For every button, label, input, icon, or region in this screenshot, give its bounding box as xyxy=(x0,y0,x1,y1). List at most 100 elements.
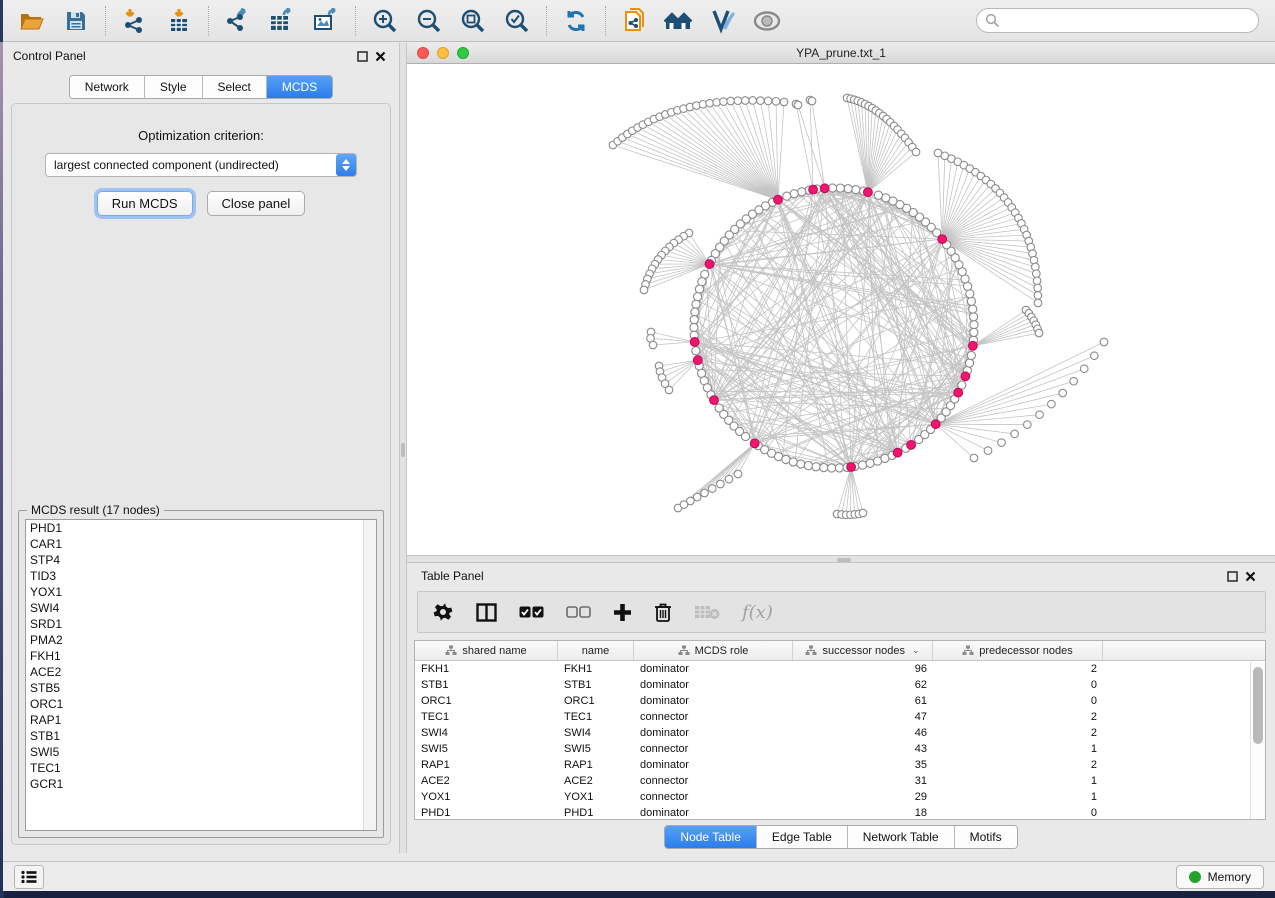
add-column-icon[interactable] xyxy=(613,597,632,627)
zoom-fit-icon[interactable] xyxy=(458,6,488,36)
clone-network-icon[interactable] xyxy=(620,6,650,36)
function-builder-icon[interactable]: f(x) xyxy=(742,597,773,627)
open-session-icon[interactable] xyxy=(17,6,47,36)
import-table-icon[interactable] xyxy=(164,6,194,36)
export-table-icon[interactable] xyxy=(267,6,297,36)
table-vertical-scrollbar[interactable] xyxy=(1250,662,1265,819)
table-row[interactable]: TEC1TEC1connector472 xyxy=(415,709,1265,725)
tab-style[interactable]: Style xyxy=(144,76,202,98)
table-row[interactable]: ACE2ACE2connector311 xyxy=(415,773,1265,789)
cell: TEC1 xyxy=(415,709,558,725)
zoom-out-icon[interactable] xyxy=(414,6,444,36)
table-row[interactable]: STB1STB1dominator620 xyxy=(415,677,1265,693)
cell: 29 xyxy=(793,789,933,805)
column-header-predecessor-nodes[interactable]: predecessor nodes xyxy=(933,641,1103,660)
tab-mcds[interactable]: MCDS xyxy=(266,76,332,98)
close-panel-button[interactable]: Close panel xyxy=(207,191,306,216)
float-panel-icon[interactable] xyxy=(1223,568,1241,584)
network-graph xyxy=(407,64,1275,555)
tab-edge-table[interactable]: Edge Table xyxy=(756,826,847,848)
export-network-icon[interactable] xyxy=(223,6,253,36)
refresh-network-icon[interactable] xyxy=(561,6,591,36)
zoom-selected-icon[interactable] xyxy=(502,6,532,36)
table-row[interactable]: SWI4SWI4dominator462 xyxy=(415,725,1265,741)
criterion-dropdown[interactable]: largest connected component (undirected) xyxy=(45,153,357,177)
column-header-MCDS-role[interactable]: MCDS role xyxy=(634,641,793,660)
column-header-successor-nodes[interactable]: successor nodes⌄ xyxy=(793,641,933,660)
search-field[interactable] xyxy=(976,8,1259,33)
cell: SWI4 xyxy=(558,725,634,741)
tab-network-table[interactable]: Network Table xyxy=(847,826,954,848)
mcds-result-item[interactable]: SRD1 xyxy=(26,616,376,632)
network-titlebar[interactable]: YPA_prune.txt_1 xyxy=(407,43,1275,64)
mcds-result-item[interactable]: CAR1 xyxy=(26,536,376,552)
memory-button[interactable]: Memory xyxy=(1176,865,1264,889)
split-panel-icon[interactable] xyxy=(476,597,497,627)
table-row[interactable]: RAP1RAP1dominator352 xyxy=(415,757,1265,773)
scrollbar-thumb[interactable] xyxy=(1253,667,1263,744)
mcds-result-item[interactable]: TID3 xyxy=(26,568,376,584)
mcds-list-scrollbar[interactable] xyxy=(363,520,376,830)
search-input[interactable] xyxy=(1000,14,1258,28)
mcds-result-item[interactable]: YOX1 xyxy=(26,584,376,600)
mcds-result-item[interactable]: STP4 xyxy=(26,552,376,568)
first-neighbors-icon[interactable] xyxy=(664,6,694,36)
table-header-row: shared namenameMCDS rolesuccessor nodes⌄… xyxy=(415,641,1265,661)
run-mcds-button[interactable]: Run MCDS xyxy=(97,191,193,216)
network-canvas[interactable] xyxy=(407,64,1275,555)
control-panel-title: Control Panel xyxy=(13,49,86,63)
dropdown-stepper-icon xyxy=(336,154,356,176)
tab-network[interactable]: Network xyxy=(70,76,144,98)
mcds-result-item[interactable]: ACE2 xyxy=(26,664,376,680)
cell: FKH1 xyxy=(415,661,558,677)
deselect-all-icon[interactable] xyxy=(566,597,591,627)
delete-table-icon[interactable] xyxy=(694,597,720,627)
float-panel-icon[interactable] xyxy=(353,48,371,64)
mcds-result-list[interactable]: PHD1CAR1STP4TID3YOX1SWI4SRD1PMA2FKH1ACE2… xyxy=(25,519,377,831)
mcds-result-item[interactable]: ORC1 xyxy=(26,696,376,712)
cell: 31 xyxy=(793,773,933,789)
control-panel-tabs: NetworkStyleSelectMCDS xyxy=(69,75,333,99)
cell: ORC1 xyxy=(558,693,634,709)
tab-node-table[interactable]: Node Table xyxy=(665,826,756,848)
table-row[interactable]: SWI5SWI5connector431 xyxy=(415,741,1265,757)
save-session-icon[interactable] xyxy=(61,6,91,36)
delete-column-icon[interactable] xyxy=(654,597,672,627)
tab-motifs[interactable]: Motifs xyxy=(954,826,1017,848)
table-row[interactable]: FKH1FKH1dominator962 xyxy=(415,661,1265,677)
main-toolbar xyxy=(3,0,1275,42)
tab-select[interactable]: Select xyxy=(202,76,266,98)
table-settings-icon[interactable] xyxy=(432,597,454,627)
table-row[interactable]: YOX1YOX1connector291 xyxy=(415,789,1265,805)
column-header-name[interactable]: name xyxy=(558,641,634,660)
mcds-result-item[interactable]: PHD1 xyxy=(26,520,376,536)
mcds-result-item[interactable]: SWI4 xyxy=(26,600,376,616)
cell: 1 xyxy=(933,741,1103,757)
mcds-result-item[interactable]: SWI5 xyxy=(26,744,376,760)
horizontal-splitter[interactable] xyxy=(407,555,1275,563)
column-header-shared-name[interactable]: shared name xyxy=(415,641,558,660)
mcds-result-item[interactable]: STB5 xyxy=(26,680,376,696)
table-row[interactable]: ORC1ORC1dominator610 xyxy=(415,693,1265,709)
mcds-result-item[interactable]: TEC1 xyxy=(26,760,376,776)
cell: TEC1 xyxy=(558,709,634,725)
close-panel-icon[interactable] xyxy=(1241,568,1259,584)
apply-style-icon[interactable] xyxy=(708,6,738,36)
zoom-in-icon[interactable] xyxy=(370,6,400,36)
import-network-icon[interactable] xyxy=(120,6,150,36)
mcds-result-item[interactable]: RAP1 xyxy=(26,712,376,728)
cell: YOX1 xyxy=(415,789,558,805)
mcds-result-item[interactable]: FKH1 xyxy=(26,648,376,664)
table-row[interactable]: PHD1PHD1dominator180 xyxy=(415,805,1265,820)
show-hide-icon[interactable] xyxy=(752,6,782,36)
mcds-result-item[interactable]: STB1 xyxy=(26,728,376,744)
cell: 2 xyxy=(933,709,1103,725)
task-history-button[interactable] xyxy=(14,865,44,889)
mcds-result-item[interactable]: GCR1 xyxy=(26,776,376,792)
export-image-icon[interactable] xyxy=(311,6,341,36)
vertical-splitter[interactable] xyxy=(399,43,407,853)
close-panel-icon[interactable] xyxy=(371,48,389,64)
select-all-icon[interactable] xyxy=(519,597,544,627)
cell: dominator xyxy=(634,693,793,709)
mcds-result-item[interactable]: PMA2 xyxy=(26,632,376,648)
